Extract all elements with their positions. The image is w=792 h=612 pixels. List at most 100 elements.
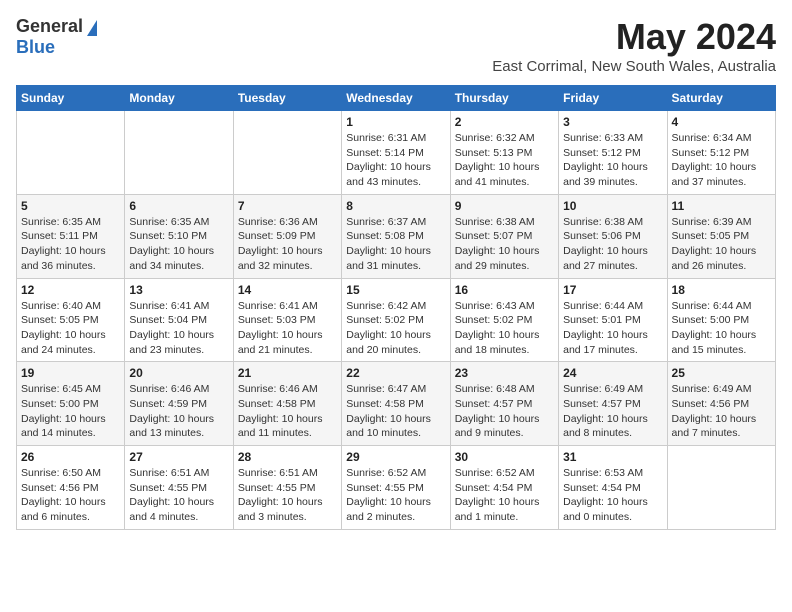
calendar-header-saturday: Saturday [667, 86, 775, 111]
day-number: 28 [238, 450, 337, 464]
day-info: Sunrise: 6:31 AMSunset: 5:14 PMDaylight:… [346, 131, 445, 190]
day-number: 25 [672, 366, 771, 380]
day-number: 2 [455, 115, 554, 129]
day-info: Sunrise: 6:38 AMSunset: 5:06 PMDaylight:… [563, 215, 662, 274]
day-info: Sunrise: 6:53 AMSunset: 4:54 PMDaylight:… [563, 466, 662, 525]
page-header: General Blue May 2024 East Corrimal, New… [16, 16, 776, 75]
location-subtitle: East Corrimal, New South Wales, Australi… [492, 58, 776, 75]
day-number: 16 [455, 283, 554, 297]
day-info: Sunrise: 6:35 AMSunset: 5:10 PMDaylight:… [129, 215, 228, 274]
calendar-week-row: 1 Sunrise: 6:31 AMSunset: 5:14 PMDaylight… [17, 111, 776, 195]
day-info: Sunrise: 6:50 AMSunset: 4:56 PMDaylight:… [21, 466, 120, 525]
calendar-cell: 28 Sunrise: 6:51 AMSunset: 4:55 PMDayligh… [233, 446, 341, 530]
calendar-cell: 18 Sunrise: 6:44 AMSunset: 5:00 PMDayligh… [667, 278, 775, 362]
day-info: Sunrise: 6:42 AMSunset: 5:02 PMDaylight:… [346, 299, 445, 358]
day-number: 23 [455, 366, 554, 380]
calendar-cell: 13 Sunrise: 6:41 AMSunset: 5:04 PMDayligh… [125, 278, 233, 362]
day-info: Sunrise: 6:49 AMSunset: 4:57 PMDaylight:… [563, 382, 662, 441]
calendar-cell: 23 Sunrise: 6:48 AMSunset: 4:57 PMDayligh… [450, 362, 558, 446]
calendar-cell: 19Sunrise: 6:45 AMSunset: 5:00 PMDayligh… [17, 362, 125, 446]
day-info: Sunrise: 6:38 AMSunset: 5:07 PMDaylight:… [455, 215, 554, 274]
day-number: 21 [238, 366, 337, 380]
day-info: Sunrise: 6:46 AMSunset: 4:58 PMDaylight:… [238, 382, 337, 441]
calendar-cell: 26 Sunrise: 6:50 AMSunset: 4:56 PMDayligh… [17, 446, 125, 530]
day-number: 20 [129, 366, 228, 380]
day-info: Sunrise: 6:32 AMSunset: 5:13 PMDaylight:… [455, 131, 554, 190]
day-info: Sunrise: 6:41 AMSunset: 5:03 PMDaylight:… [238, 299, 337, 358]
day-info: Sunrise: 6:52 AMSunset: 4:54 PMDaylight:… [455, 466, 554, 525]
day-info: Sunrise: 6:51 AMSunset: 4:55 PMDaylight:… [238, 466, 337, 525]
calendar-week-row: 19Sunrise: 6:45 AMSunset: 5:00 PMDayligh… [17, 362, 776, 446]
day-number: 24 [563, 366, 662, 380]
day-info: Sunrise: 6:41 AMSunset: 5:04 PMDaylight:… [129, 299, 228, 358]
calendar-cell: 21 Sunrise: 6:46 AMSunset: 4:58 PMDayligh… [233, 362, 341, 446]
calendar-cell: 9 Sunrise: 6:38 AMSunset: 5:07 PMDaylight… [450, 194, 558, 278]
day-number: 8 [346, 199, 445, 213]
calendar-header-friday: Friday [559, 86, 667, 111]
day-info: Sunrise: 6:51 AMSunset: 4:55 PMDaylight:… [129, 466, 228, 525]
day-number: 22 [346, 366, 445, 380]
day-info: Sunrise: 6:36 AMSunset: 5:09 PMDaylight:… [238, 215, 337, 274]
calendar-cell: 17Sunrise: 6:44 AMSunset: 5:01 PMDayligh… [559, 278, 667, 362]
calendar-cell: 5Sunrise: 6:35 AMSunset: 5:11 PMDaylight… [17, 194, 125, 278]
calendar-cell [667, 446, 775, 530]
day-number: 17 [563, 283, 662, 297]
day-number: 18 [672, 283, 771, 297]
calendar-table: SundayMondayTuesdayWednesdayThursdayFrid… [16, 85, 776, 530]
logo-triangle-icon [87, 20, 97, 36]
month-year-title: May 2024 [492, 16, 776, 58]
day-info: Sunrise: 6:43 AMSunset: 5:02 PMDaylight:… [455, 299, 554, 358]
calendar-cell: 16 Sunrise: 6:43 AMSunset: 5:02 PMDayligh… [450, 278, 558, 362]
calendar-cell: 15Sunrise: 6:42 AMSunset: 5:02 PMDayligh… [342, 278, 450, 362]
calendar-cell: 24 Sunrise: 6:49 AMSunset: 4:57 PMDayligh… [559, 362, 667, 446]
calendar-cell: 2 Sunrise: 6:32 AMSunset: 5:13 PMDaylight… [450, 111, 558, 195]
calendar-cell: 11 Sunrise: 6:39 AMSunset: 5:05 PMDayligh… [667, 194, 775, 278]
day-info: Sunrise: 6:47 AMSunset: 4:58 PMDaylight:… [346, 382, 445, 441]
title-section: May 2024 East Corrimal, New South Wales,… [492, 16, 776, 75]
day-number: 7 [238, 199, 337, 213]
day-info: Sunrise: 6:52 AMSunset: 4:55 PMDaylight:… [346, 466, 445, 525]
day-number: 1 [346, 115, 445, 129]
calendar-cell: 27Sunrise: 6:51 AMSunset: 4:55 PMDayligh… [125, 446, 233, 530]
calendar-cell: 4Sunrise: 6:34 AMSunset: 5:12 PMDaylight… [667, 111, 775, 195]
day-number: 9 [455, 199, 554, 213]
calendar-cell: 25 Sunrise: 6:49 AMSunset: 4:56 PMDayligh… [667, 362, 775, 446]
calendar-cell: 31 Sunrise: 6:53 AMSunset: 4:54 PMDayligh… [559, 446, 667, 530]
calendar-header-wednesday: Wednesday [342, 86, 450, 111]
day-info: Sunrise: 6:37 AMSunset: 5:08 PMDaylight:… [346, 215, 445, 274]
day-number: 6 [129, 199, 228, 213]
calendar-header-tuesday: Tuesday [233, 86, 341, 111]
day-info: Sunrise: 6:48 AMSunset: 4:57 PMDaylight:… [455, 382, 554, 441]
day-info: Sunrise: 6:49 AMSunset: 4:56 PMDaylight:… [672, 382, 771, 441]
day-info: Sunrise: 6:46 AMSunset: 4:59 PMDaylight:… [129, 382, 228, 441]
day-info: Sunrise: 6:39 AMSunset: 5:05 PMDaylight:… [672, 215, 771, 274]
calendar-cell: 8 Sunrise: 6:37 AMSunset: 5:08 PMDaylight… [342, 194, 450, 278]
calendar-cell: 10Sunrise: 6:38 AMSunset: 5:06 PMDayligh… [559, 194, 667, 278]
calendar-header-sunday: Sunday [17, 86, 125, 111]
day-info: Sunrise: 6:44 AMSunset: 5:00 PMDaylight:… [672, 299, 771, 358]
calendar-cell: 12Sunrise: 6:40 AMSunset: 5:05 PMDayligh… [17, 278, 125, 362]
day-number: 4 [672, 115, 771, 129]
calendar-header-monday: Monday [125, 86, 233, 111]
calendar-cell [125, 111, 233, 195]
calendar-week-row: 5Sunrise: 6:35 AMSunset: 5:11 PMDaylight… [17, 194, 776, 278]
day-number: 31 [563, 450, 662, 464]
calendar-cell: 22 Sunrise: 6:47 AMSunset: 4:58 PMDayligh… [342, 362, 450, 446]
day-number: 3 [563, 115, 662, 129]
day-number: 14 [238, 283, 337, 297]
day-number: 26 [21, 450, 120, 464]
calendar-cell: 30Sunrise: 6:52 AMSunset: 4:54 PMDayligh… [450, 446, 558, 530]
calendar-cell: 1 Sunrise: 6:31 AMSunset: 5:14 PMDaylight… [342, 111, 450, 195]
calendar-header-row: SundayMondayTuesdayWednesdayThursdayFrid… [17, 86, 776, 111]
calendar-cell [17, 111, 125, 195]
calendar-cell [233, 111, 341, 195]
calendar-week-row: 12Sunrise: 6:40 AMSunset: 5:05 PMDayligh… [17, 278, 776, 362]
day-number: 13 [129, 283, 228, 297]
day-number: 19 [21, 366, 120, 380]
logo-blue-text: Blue [16, 37, 55, 58]
calendar-cell: 6 Sunrise: 6:35 AMSunset: 5:10 PMDaylight… [125, 194, 233, 278]
calendar-cell: 29Sunrise: 6:52 AMSunset: 4:55 PMDayligh… [342, 446, 450, 530]
calendar-cell: 3Sunrise: 6:33 AMSunset: 5:12 PMDaylight… [559, 111, 667, 195]
day-number: 11 [672, 199, 771, 213]
calendar-cell: 7 Sunrise: 6:36 AMSunset: 5:09 PMDaylight… [233, 194, 341, 278]
